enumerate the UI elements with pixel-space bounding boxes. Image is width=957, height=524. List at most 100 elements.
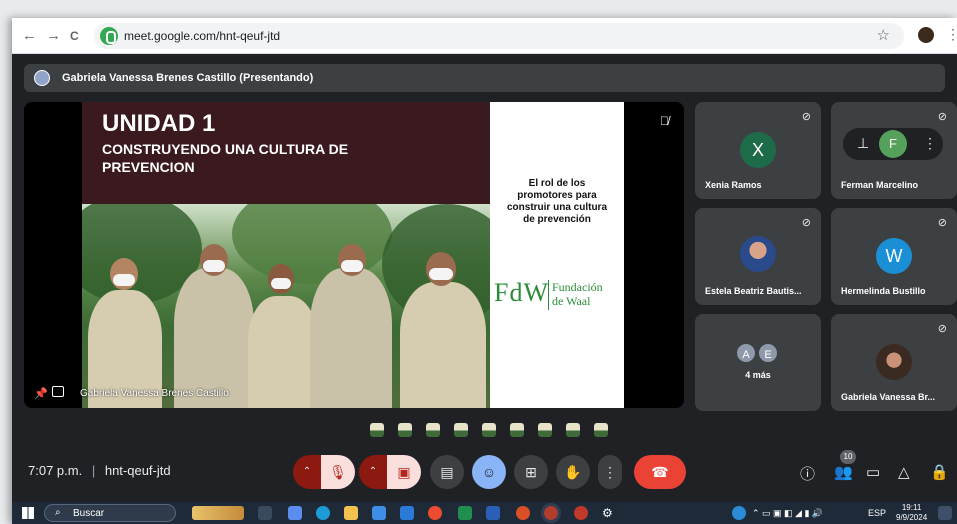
more-participants-label: 4 más xyxy=(745,370,771,380)
presenter-banner-text: Gabriela Vanessa Brenes Castillo (Presen… xyxy=(62,72,314,84)
mic-options-button[interactable]: ⌃ xyxy=(293,455,321,489)
participant-tile[interactable]: ⊘ W Hermelinda Bustillo xyxy=(831,208,957,305)
present-button[interactable]: ⊞ xyxy=(514,455,548,489)
reaction-icon xyxy=(482,423,496,437)
logo-text: Fundación de Waal xyxy=(552,280,603,308)
notifications-icon[interactable] xyxy=(938,506,952,520)
people-count-badge: 10 xyxy=(840,450,856,464)
mic-toggle-button[interactable]: 🎙 xyxy=(321,455,355,489)
participant-name: Hermelinda Bustillo xyxy=(841,286,926,296)
reaction-icon xyxy=(594,423,608,437)
slide-side-panel: El rol de los promotores para construir … xyxy=(490,102,624,408)
settings-gear-icon[interactable]: ⚙ xyxy=(602,506,616,520)
slide-title: UNIDAD 1 xyxy=(102,110,216,137)
camera-options-button[interactable]: ⌃ xyxy=(359,455,387,489)
participant-tile[interactable]: ⊘ ⊥ F ⋮ Ferman Marcelino xyxy=(831,102,957,199)
participant-tile[interactable]: ⊘ Gabriela Vanessa Br... xyxy=(831,314,957,411)
task-view-icon[interactable] xyxy=(258,506,272,520)
bookmark-star-icon[interactable]: ☆ xyxy=(877,26,890,44)
site-info-icon[interactable] xyxy=(100,27,118,45)
reaction-strip xyxy=(362,417,612,441)
excel-icon[interactable] xyxy=(458,506,472,520)
logo-divider xyxy=(548,280,549,310)
participant-tile[interactable]: ⊘ X Xenia Ramos xyxy=(695,102,821,199)
participant-tile[interactable]: ⊘ Estela Beatriz Bautis... xyxy=(695,208,821,305)
pin-icon[interactable]: 📌 xyxy=(34,387,48,400)
reaction-icon xyxy=(454,423,468,437)
mic-off-icon: ⊘ xyxy=(937,323,947,335)
browser-toolbar: ← → C meet.google.com/hnt-qeuf-jtd ☆ ⋮ xyxy=(12,18,957,54)
taskbar-search[interactable]: ⌕ Buscar xyxy=(44,504,176,522)
chrome-active-icon[interactable] xyxy=(541,503,561,523)
participant-name: Gabriela Vanessa Br... xyxy=(841,392,936,402)
reload-button[interactable]: C xyxy=(70,28,79,44)
url-text: meet.google.com/hnt-qeuf-jtd xyxy=(124,29,281,43)
slide-photo xyxy=(82,204,490,408)
word-icon[interactable] xyxy=(486,506,500,520)
language-indicator[interactable]: ESP xyxy=(868,508,886,518)
presentation-stage[interactable]: UNIDAD 1 CONSTRUYENDO UNA CULTURA DE PRE… xyxy=(24,102,684,408)
mic-off-icon: ⊘ xyxy=(801,111,811,123)
search-placeholder: Buscar xyxy=(73,508,105,519)
participant-overflow-tile[interactable]: A E 4 más xyxy=(695,314,821,411)
present-frame-icon[interactable] xyxy=(52,386,64,397)
captions-button[interactable]: ▤ xyxy=(430,455,464,489)
forward-button[interactable]: → xyxy=(46,28,61,44)
app-window: ← → C meet.google.com/hnt-qeuf-jtd ☆ ⋮ G… xyxy=(12,18,957,524)
mic-off-icon: ⊘ xyxy=(937,111,947,123)
os-taskbar: ⌕ Buscar ⚙ ⌃ ▭ ▣ ◧ ◢ ▮ 🔊 ESP 19:11 9/9/20… xyxy=(12,502,957,524)
avatar: A xyxy=(735,342,757,364)
camera-toggle-button[interactable]: ▣ xyxy=(387,455,421,489)
raise-hand-button[interactable]: ✋ xyxy=(556,455,590,489)
tray-icons[interactable]: ⌃ ▭ ▣ ◧ ◢ ▮ 🔊 xyxy=(752,508,823,519)
reaction-icon xyxy=(426,423,440,437)
help-icon[interactable] xyxy=(732,506,746,520)
mail-icon[interactable] xyxy=(400,506,414,520)
people-icon[interactable]: 👥 xyxy=(834,463,853,481)
back-button[interactable]: ← xyxy=(22,28,37,44)
reaction-icon xyxy=(370,423,384,437)
avatar: E xyxy=(757,342,779,364)
avatar: F xyxy=(879,130,907,158)
activities-icon[interactable]: △ xyxy=(898,463,910,481)
more-options-icon[interactable]: ⋮ xyxy=(923,135,937,152)
more-options-button[interactable]: ⋮ xyxy=(598,455,622,489)
presenter-avatar xyxy=(34,70,50,86)
chat-icon[interactable]: ▭ xyxy=(866,463,880,481)
meeting-info: 7:07 p.m. | hnt-qeuf-jtd xyxy=(28,463,171,478)
participant-name: Xenia Ramos xyxy=(705,180,762,190)
edge-icon[interactable] xyxy=(316,506,330,520)
store-icon[interactable] xyxy=(372,506,386,520)
meeting-details-icon[interactable]: ⓘ xyxy=(800,463,815,484)
reactions-button[interactable]: ☺ xyxy=(472,455,506,489)
presenter-banner: Gabriela Vanessa Brenes Castillo (Presen… xyxy=(24,64,945,92)
host-controls-icon[interactable]: 🔒 xyxy=(930,463,949,481)
avatar: W xyxy=(876,238,912,274)
reaction-icon xyxy=(538,423,552,437)
chrome-icon[interactable] xyxy=(428,506,442,520)
reaction-icon xyxy=(566,423,580,437)
extension-icon[interactable] xyxy=(918,27,934,43)
browser-menu-icon[interactable]: ⋮ xyxy=(946,26,957,43)
system-clock[interactable]: 19:11 9/9/2024 xyxy=(896,503,927,523)
meeting-code: hnt-qeuf-jtd xyxy=(104,463,171,478)
app-icon[interactable] xyxy=(516,506,530,520)
slide-header: UNIDAD 1 CONSTRUYENDO UNA CULTURA DE PRE… xyxy=(82,102,490,204)
slide-side-text: El rol de los promotores para construir … xyxy=(506,178,607,225)
windows-start-icon[interactable] xyxy=(22,507,34,519)
end-call-button[interactable]: ☎ xyxy=(634,455,686,489)
copilot-icon[interactable] xyxy=(288,506,302,520)
reaction-icon xyxy=(510,423,524,437)
slide-subtitle: CONSTRUYENDO UNA CULTURA DE PREVENCION xyxy=(102,141,349,175)
address-bar[interactable]: meet.google.com/hnt-qeuf-jtd ☆ xyxy=(94,23,904,49)
chrome-profile-icon[interactable] xyxy=(574,506,588,520)
tile-hover-menu[interactable]: ⊥ F ⋮ xyxy=(843,128,943,160)
widgets-icon[interactable] xyxy=(192,506,244,520)
reaction-icon xyxy=(398,423,412,437)
search-icon: ⌕ xyxy=(55,507,61,518)
file-explorer-icon[interactable] xyxy=(344,506,358,520)
mic-off-icon: ⊘ xyxy=(801,217,811,229)
pin-icon[interactable]: ⊥ xyxy=(857,135,869,152)
clock-time: 7:07 p.m. xyxy=(28,463,83,478)
avatar: X xyxy=(740,132,776,168)
